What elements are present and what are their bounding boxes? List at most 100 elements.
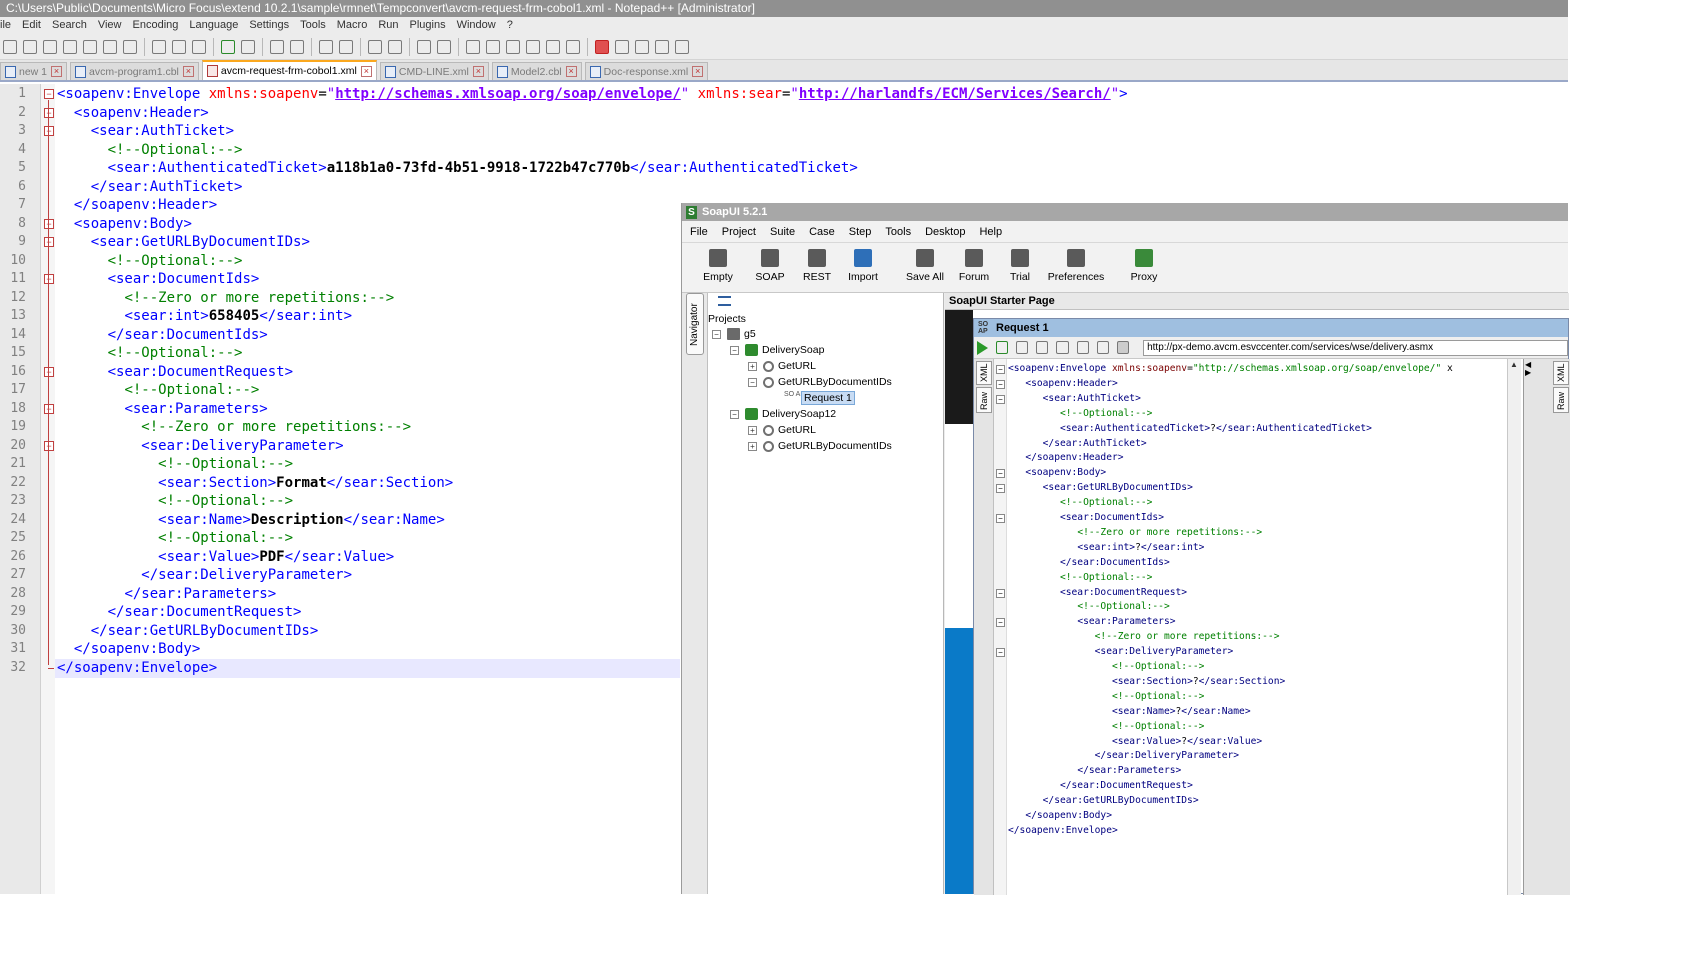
fold-toggle-icon[interactable]: − — [44, 237, 54, 247]
close-tab-icon[interactable]: × — [360, 65, 372, 77]
fold-toggle-icon[interactable]: − — [44, 218, 54, 229]
endpoint-url-field[interactable]: http://px-demo.avcm.esvccenter.com/servi… — [1143, 339, 1569, 356]
collapse-icon[interactable]: − — [730, 345, 739, 355]
tree-projects-root[interactable]: Projects — [708, 311, 746, 327]
expand-icon[interactable]: + — [748, 425, 757, 435]
zoom-in-icon[interactable] — [319, 39, 333, 54]
xml-fold-toggle-icon[interactable]: − — [996, 379, 1005, 389]
fold-toggle-icon[interactable]: − — [44, 403, 54, 414]
toolbar-trial-button[interactable]: Trial — [1002, 247, 1038, 283]
folder-as-workspace-icon[interactable] — [546, 39, 560, 54]
redo-icon[interactable] — [241, 39, 255, 54]
close-tab-icon[interactable]: × — [51, 66, 63, 77]
menu-item-?[interactable]: ? — [507, 19, 513, 31]
xml-fold-toggle-icon[interactable]: − — [996, 469, 1005, 479]
navigator-tab[interactable]: Navigator — [686, 293, 704, 355]
tab-avcm-program1-cbl[interactable]: avcm-program1.cbl × — [70, 62, 199, 80]
close-tab-icon[interactable]: × — [182, 66, 194, 77]
sync-vertical-icon[interactable] — [368, 39, 382, 54]
save-icon[interactable] — [43, 39, 57, 54]
tab-cmd-line-xml[interactable]: CMD-LINE.xml × — [379, 62, 489, 80]
sync-horizontal-icon[interactable] — [388, 39, 402, 54]
fold-toggle-icon[interactable]: − — [44, 89, 54, 99]
user-language-icon[interactable] — [486, 39, 500, 54]
toolbar-empty-button[interactable]: Empty — [700, 247, 736, 283]
toolbar-preferences-button[interactable]: Preferences — [1046, 247, 1106, 283]
doc-map-icon[interactable] — [506, 39, 520, 54]
fold-toggle-icon[interactable]: − — [44, 126, 54, 136]
toolbar-save-all-button[interactable]: Save All — [895, 247, 955, 283]
function-list-icon[interactable] — [526, 39, 540, 54]
xml-fold-toggle-icon[interactable]: − — [996, 394, 1005, 404]
soapui-menu-tools[interactable]: Tools — [885, 226, 911, 238]
menu-item-language[interactable]: Language — [189, 19, 238, 31]
tree-interface-deliverysoap[interactable]: − DeliverySoap — [730, 342, 824, 358]
xml-fold-toggle-icon[interactable]: − — [996, 648, 1005, 658]
indent-guide-icon[interactable] — [466, 39, 480, 54]
tree-operation-geturlbydocumentids[interactable]: + GetURLByDocumentIDs — [748, 438, 892, 454]
xml-fold-toggle-icon[interactable]: − — [996, 365, 1005, 374]
cut-icon[interactable] — [152, 39, 166, 54]
tab-doc-response-xml[interactable]: Doc-response.xml × — [584, 62, 709, 80]
show-all-chars-icon[interactable] — [437, 39, 451, 54]
tree-project[interactable]: − g5 — [712, 326, 756, 342]
close-tab-icon[interactable]: × — [472, 66, 484, 77]
xml-fold-toggle-icon[interactable]: − — [996, 618, 1005, 628]
run-macro-multiple-icon[interactable] — [655, 39, 669, 54]
tab-starter-page[interactable]: SoapUI Starter Page — [945, 293, 1569, 310]
xml-fold-toggle-icon[interactable]: − — [996, 514, 1005, 523]
fold-toggle-icon[interactable]: − — [44, 107, 54, 118]
tab-raw[interactable]: Raw — [976, 387, 992, 413]
collapse-icon[interactable]: − — [748, 377, 757, 387]
tab-avcm-request-frm-cobol1-xml[interactable]: avcm-request-frm-cobol1.xml × — [201, 60, 377, 80]
list-view-icon[interactable] — [718, 296, 731, 306]
toolbar-soap-button[interactable]: SOAP — [752, 247, 788, 283]
save-macro-icon[interactable] — [675, 39, 689, 54]
menu-item-search[interactable]: Search — [52, 19, 87, 31]
tree-operation-geturl[interactable]: + GetURL — [748, 358, 816, 374]
open-file-icon[interactable] — [23, 39, 37, 54]
play-macro-icon[interactable] — [635, 39, 649, 54]
menu-item-window[interactable]: Window — [457, 19, 496, 31]
collapse-icon[interactable]: − — [730, 409, 739, 419]
menu-item-macro[interactable]: Macro — [337, 19, 368, 31]
request-xml-editor[interactable]: − − − − − − − − − <soapenv:Envelope xmlns:soapen… — [994, 359, 1507, 895]
tree-operation-geturl[interactable]: + GetURL — [748, 422, 816, 438]
new-file-icon[interactable] — [3, 39, 17, 54]
code-editor[interactable]: 1 2 3 4 5 6 7 8 9 10 11 12 13 14 15 16 17 18 19 20 21 22 23 24 2… — [0, 84, 1128, 894]
menu-item-view[interactable]: View — [98, 19, 122, 31]
toolbar-rest-button[interactable]: REST — [799, 247, 835, 283]
response-tab-xml[interactable]: XML — [1553, 361, 1569, 385]
clone-request-icon[interactable] — [1036, 341, 1049, 354]
run-request-icon[interactable] — [977, 340, 988, 355]
menu-item-settings[interactable]: Settings — [249, 19, 289, 31]
xml-fold-toggle-icon[interactable]: − — [996, 588, 1005, 598]
soapui-menu-step[interactable]: Step — [849, 226, 872, 238]
expand-icon[interactable]: + — [748, 441, 757, 451]
soapui-menu-desktop[interactable]: Desktop — [925, 226, 965, 238]
replace-icon[interactable] — [290, 39, 304, 54]
fold-toggle-icon[interactable]: − — [44, 440, 54, 451]
soapui-menu-file[interactable]: File — [690, 226, 708, 238]
close-tab-icon[interactable]: × — [692, 66, 704, 77]
menu-item-run[interactable]: Run — [378, 19, 398, 31]
find-icon[interactable] — [270, 39, 284, 54]
monitoring-icon[interactable] — [566, 39, 580, 54]
stop-macro-icon[interactable] — [615, 39, 629, 54]
scroll-up-icon[interactable]: ▲ — [1508, 359, 1520, 371]
close-icon[interactable] — [83, 39, 97, 54]
tree-interface-deliverysoap12[interactable]: − DeliverySoap12 — [730, 406, 836, 422]
word-wrap-icon[interactable] — [417, 39, 431, 54]
tree-request-item[interactable]: SO AP Request 1 — [784, 390, 855, 406]
soapui-menu-help[interactable]: Help — [979, 226, 1002, 238]
response-tab-raw[interactable]: Raw — [1553, 387, 1569, 413]
disabled-square-icon[interactable] — [1116, 341, 1130, 354]
zoom-out-icon[interactable] — [339, 39, 353, 54]
menu-item-edit[interactable]: Edit — [22, 19, 41, 31]
fold-toggle-icon[interactable]: − — [44, 274, 54, 284]
toolbar-forum-button[interactable]: Forum — [956, 247, 992, 283]
soapui-menu-project[interactable]: Project — [722, 226, 756, 238]
xml-fold-toggle-icon[interactable]: − — [996, 484, 1005, 494]
toolbar-import-button[interactable]: Import — [845, 247, 881, 283]
copy-icon[interactable] — [172, 39, 186, 54]
